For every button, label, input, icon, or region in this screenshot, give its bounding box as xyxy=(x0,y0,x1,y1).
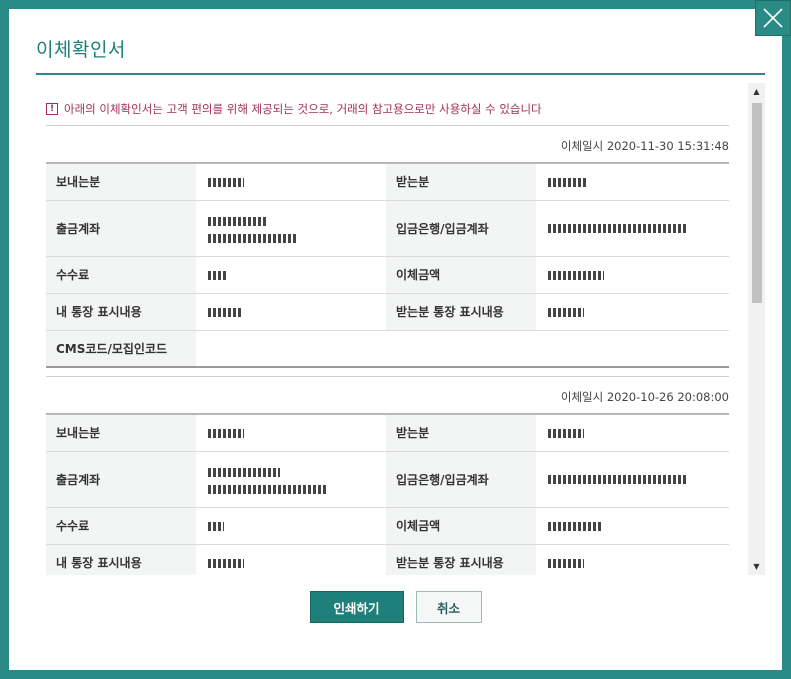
value-deposit-bank-account xyxy=(536,199,729,256)
triangle-down-icon: ▼ xyxy=(753,562,760,571)
value-cms-code xyxy=(196,329,729,366)
value-amount xyxy=(536,506,729,544)
label-receiver-memo: 받는분 통장 표시내용 xyxy=(386,543,536,575)
label-sender: 보내는분 xyxy=(46,413,196,451)
value-amount xyxy=(536,255,729,293)
title-divider xyxy=(36,73,765,75)
label-receiver-memo: 받는분 통장 표시내용 xyxy=(386,292,536,330)
value-receiver-memo xyxy=(536,543,729,575)
records-scroll-area[interactable]: ! 아래의 이체확인서는 고객 편의를 위해 제공되는 것으로, 거래의 참고용… xyxy=(36,83,765,575)
label-my-memo: 내 통장 표시내용 xyxy=(46,292,196,330)
label-sender: 보내는분 xyxy=(46,162,196,200)
transfer-confirmation-modal: 이체확인서 ! 아래의 이체확인서는 고객 편의를 위해 제공되는 것으로, 거… xyxy=(0,0,791,679)
label-receiver: 받는분 xyxy=(386,413,536,451)
transfer-detail-table: 보내는분 받는분 출금계좌 입금은행/입금계좌 수수료 이체금액 내 통장 표시… xyxy=(46,413,729,575)
notice-text: 아래의 이체확인서는 고객 편의를 위해 제공되는 것으로, 거래의 참고용으로… xyxy=(64,102,542,116)
label-withdraw-account: 출금계좌 xyxy=(46,450,196,507)
record-divider xyxy=(46,366,729,368)
value-withdraw-account xyxy=(196,450,386,507)
notice-line: ! 아래의 이체확인서는 고객 편의를 위해 제공되는 것으로, 거래의 참고용… xyxy=(46,99,748,119)
close-icon xyxy=(763,8,783,28)
value-sender xyxy=(196,413,386,451)
close-button[interactable] xyxy=(755,0,791,36)
label-amount: 이체금액 xyxy=(386,255,536,293)
label-deposit-bank-account: 입금은행/입금계좌 xyxy=(386,450,536,507)
transfer-record: 이체일시 2020-10-26 20:08:00 보내는분 받는분 출금계좌 입… xyxy=(46,376,729,575)
modal-actions: 인쇄하기 취소 xyxy=(9,591,782,623)
scroll-thumb[interactable] xyxy=(752,103,762,303)
label-fee: 수수료 xyxy=(46,255,196,293)
exclamation-icon: ! xyxy=(46,103,58,115)
value-receiver-memo xyxy=(536,292,729,330)
transfer-datetime: 이체일시 2020-10-26 20:08:00 xyxy=(560,390,729,404)
transfer-record: 이체일시 2020-11-30 15:31:48 보내는분 받는분 출금계좌 입… xyxy=(46,125,729,368)
transfer-datetime: 이체일시 2020-11-30 15:31:48 xyxy=(560,139,729,153)
label-receiver: 받는분 xyxy=(386,162,536,200)
value-fee xyxy=(196,255,386,293)
transfer-detail-table: 보내는분 받는분 출금계좌 입금은행/입금계좌 수수료 이체금액 내 통장 표시… xyxy=(46,162,729,366)
value-receiver xyxy=(536,162,729,200)
value-receiver xyxy=(536,413,729,451)
value-my-memo xyxy=(196,543,386,575)
label-withdraw-account: 출금계좌 xyxy=(46,199,196,256)
label-cms-code: CMS코드/모집인코드 xyxy=(46,329,196,366)
label-my-memo: 내 통장 표시내용 xyxy=(46,543,196,575)
value-my-memo xyxy=(196,292,386,330)
vertical-scrollbar[interactable]: ▲ ▼ xyxy=(748,83,765,575)
value-deposit-bank-account xyxy=(536,450,729,507)
value-sender xyxy=(196,162,386,200)
print-button[interactable]: 인쇄하기 xyxy=(309,591,404,623)
value-withdraw-account xyxy=(196,199,386,256)
modal-title: 이체확인서 xyxy=(36,39,126,61)
value-fee xyxy=(196,506,386,544)
triangle-up-icon: ▲ xyxy=(753,87,760,96)
label-amount: 이체금액 xyxy=(386,506,536,544)
scroll-down-button[interactable]: ▼ xyxy=(748,558,765,575)
scroll-up-button[interactable]: ▲ xyxy=(748,83,765,100)
cancel-button[interactable]: 취소 xyxy=(415,591,482,623)
label-fee: 수수료 xyxy=(46,506,196,544)
label-deposit-bank-account: 입금은행/입금계좌 xyxy=(386,199,536,256)
